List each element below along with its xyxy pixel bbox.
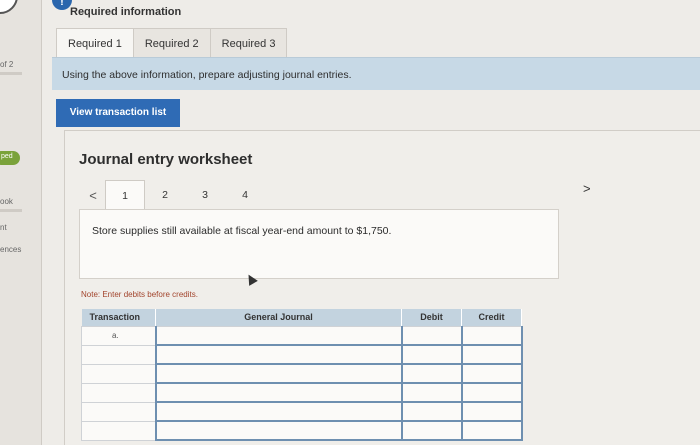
transaction-cell [81,344,156,365]
debit-input[interactable] [401,325,463,346]
chevron-left-icon[interactable]: < [81,188,105,203]
sidebar-item-ences[interactable]: ences [0,245,21,254]
page-tab-3[interactable]: 3 [185,180,225,210]
transaction-cell [81,420,156,441]
transaction-cell [81,401,156,422]
table-row [81,344,523,365]
journal-entry-worksheet: Journal entry worksheet < 1 2 3 4 > Stor… [64,130,700,445]
worksheet-title: Journal entry worksheet [79,151,253,168]
credit-input[interactable] [461,401,523,422]
sidebar-divider [0,72,22,75]
column-header-general-journal: General Journal [155,309,402,326]
sidebar-item-nt[interactable]: nt [0,223,7,232]
status-badge: ped [0,151,20,165]
journal-table: Transaction General Journal Debit Credit… [81,309,523,441]
tab-required-1[interactable]: Required 1 [56,28,134,58]
instruction-text: Using the above information, prepare adj… [62,69,352,81]
debit-input[interactable] [401,344,463,365]
transaction-cell [81,382,156,403]
page-tab-4[interactable]: 4 [225,180,265,210]
general-journal-select[interactable] [154,344,403,365]
table-row [81,420,523,441]
page-fragment-label: of 2 [0,60,14,69]
debit-input[interactable] [401,363,463,384]
general-journal-select[interactable] [154,325,403,346]
table-row [81,363,523,384]
credit-input[interactable] [461,344,523,365]
page-tab-1[interactable]: 1 [105,180,145,210]
credit-input[interactable] [461,420,523,441]
transaction-cell [81,363,156,384]
table-row [81,401,523,422]
column-header-debit: Debit [401,309,462,326]
transaction-description-box: Store supplies still available at fiscal… [79,209,559,279]
progress-ring-icon [0,0,18,14]
debit-input[interactable] [401,401,463,422]
credit-input[interactable] [461,382,523,403]
required-information-heading: Required information [70,6,182,18]
debits-note: Note: Enter debits before credits. [81,290,198,299]
credit-input[interactable] [461,325,523,346]
left-sidebar: of 2 ped ook nt ences [0,0,42,445]
table-row [81,382,523,403]
tab-required-3[interactable]: Required 3 [210,28,288,58]
transaction-description: Store supplies still available at fiscal… [92,225,392,237]
table-row: a. [81,325,523,346]
credit-input[interactable] [461,363,523,384]
general-journal-select[interactable] [154,363,403,384]
general-journal-select[interactable] [154,401,403,422]
page-tab-2[interactable]: 2 [145,180,185,210]
instruction-bar: Using the above information, prepare adj… [52,57,700,90]
column-header-credit: Credit [461,309,522,326]
tab-required-2[interactable]: Required 2 [133,28,211,58]
general-journal-select[interactable] [154,382,403,403]
requirement-tabs: Required 1 Required 2 Required 3 [56,28,288,58]
chevron-right-icon[interactable]: > [583,181,591,196]
view-transaction-list-button[interactable]: View transaction list [56,99,180,127]
worksheet-pager: < 1 2 3 4 [81,180,265,210]
main-panel: ! Required information Required 1 Requir… [42,0,700,445]
column-header-transaction: Transaction [81,309,156,326]
transaction-cell: a. [81,325,156,346]
sidebar-divider [0,209,22,212]
general-journal-select[interactable] [154,420,403,441]
info-icon: ! [52,0,72,10]
debit-input[interactable] [401,382,463,403]
debit-input[interactable] [401,420,463,441]
sidebar-item-ok[interactable]: ook [0,197,13,206]
